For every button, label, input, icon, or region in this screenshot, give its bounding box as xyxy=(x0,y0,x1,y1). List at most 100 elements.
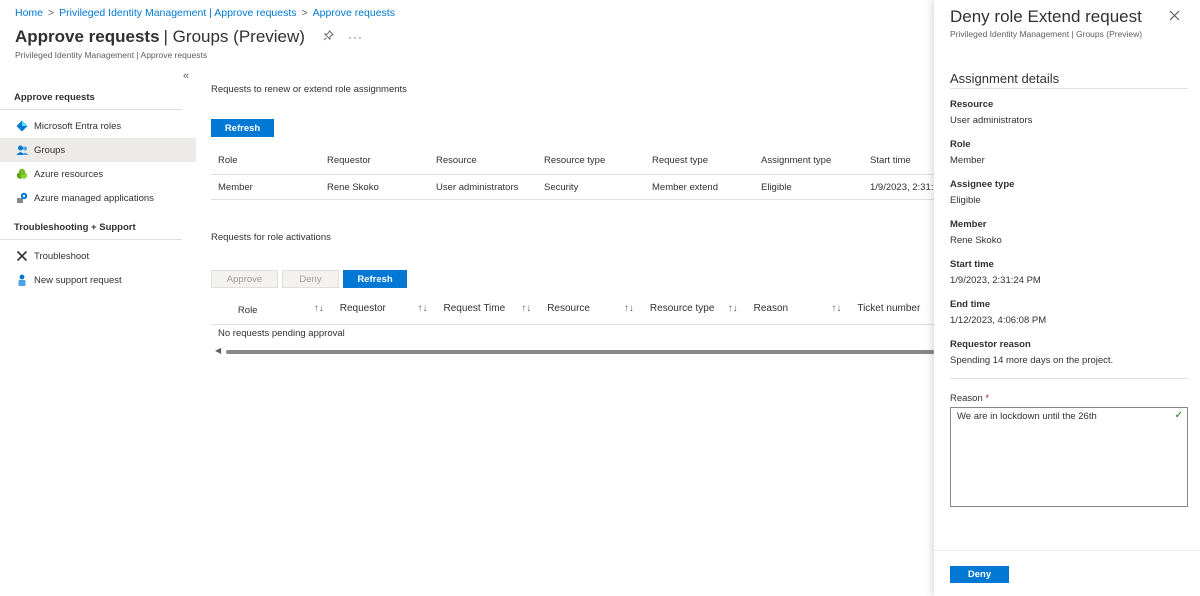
field-label: Assignee type xyxy=(950,179,1015,190)
table-cell: Member extend xyxy=(645,174,754,200)
column-header[interactable]: Start time xyxy=(863,146,934,175)
page-title-suffix: | Groups (Preview) xyxy=(163,27,305,46)
sort-icon[interactable]: ↑↓ xyxy=(521,303,531,314)
horizontal-scrollbar[interactable]: ◀ xyxy=(211,346,934,358)
panel-title: Deny role Extend request xyxy=(950,7,1142,26)
field-end-time: End time 1/12/2023, 4:06:08 PM xyxy=(950,299,1188,326)
deny-request-panel: Deny role Extend request Privileged Iden… xyxy=(934,0,1200,596)
field-value: 1/9/2023, 2:31:24 PM xyxy=(950,275,1041,286)
field-resource: Resource User administrators xyxy=(950,99,1188,126)
field-value: User administrators xyxy=(950,115,1033,126)
pin-icon[interactable] xyxy=(323,30,334,44)
field-label: Resource xyxy=(950,99,994,110)
column-header[interactable]: Resource xyxy=(547,303,590,314)
collapse-sidebar-icon[interactable]: « xyxy=(183,70,189,82)
sidebar-item-entra-roles[interactable]: Microsoft Entra roles xyxy=(0,114,196,138)
table-row[interactable]: Member Rene Skoko User administrators Se… xyxy=(211,174,934,200)
sort-icon[interactable]: ↑↓ xyxy=(314,303,324,314)
close-icon[interactable] xyxy=(1169,8,1180,24)
sidebar: Approve requests Microsoft Entra roles G… xyxy=(0,86,196,292)
sort-icon[interactable]: ↑↓ xyxy=(624,303,634,314)
breadcrumb-home[interactable]: Home xyxy=(15,7,43,19)
activation-deny-button[interactable]: Deny xyxy=(282,270,339,288)
field-label: End time xyxy=(950,299,991,310)
support-request-icon xyxy=(15,273,29,287)
reason-textarea[interactable]: We are in lockdown until the 26th ✓ xyxy=(950,407,1188,507)
panel-footer xyxy=(934,550,1200,551)
field-value: Member xyxy=(950,155,985,166)
renew-requests-table: Role Requestor Resource Resource type Re… xyxy=(211,146,934,200)
page-title-row: Approve requests | Groups (Preview) ··· xyxy=(15,27,363,47)
breadcrumb-separator-icon: > xyxy=(301,7,308,19)
azure-resources-icon xyxy=(15,167,29,181)
sidebar-item-managed-applications[interactable]: Azure managed applications xyxy=(0,186,196,210)
field-requestor-reason: Requestor reason Spending 14 more days o… xyxy=(950,339,1188,366)
table-cell: Security xyxy=(537,174,645,200)
sort-icon[interactable]: ↑↓ xyxy=(417,303,427,314)
field-value: 1/12/2023, 4:06:08 PM xyxy=(950,315,1047,326)
divider xyxy=(950,378,1188,379)
column-header[interactable]: Resource type xyxy=(537,146,645,175)
reason-label-text: Reason xyxy=(950,393,983,404)
reason-text: We are in lockdown until the 26th xyxy=(957,411,1097,422)
field-start-time: Start time 1/9/2023, 2:31:24 PM xyxy=(950,259,1188,286)
field-value: Spending 14 more days on the project. xyxy=(950,355,1114,366)
groups-icon xyxy=(15,143,29,157)
sidebar-section-approve-requests: Approve requests xyxy=(0,86,182,110)
approve-button[interactable]: Approve xyxy=(211,270,278,288)
managed-applications-icon xyxy=(15,191,29,205)
column-header[interactable]: Resource xyxy=(429,146,537,175)
activation-section-label: Requests for role activations xyxy=(211,232,331,243)
column-header[interactable]: Request type xyxy=(645,146,754,175)
column-header[interactable]: Requestor xyxy=(320,146,429,175)
column-header[interactable]: Request Time xyxy=(443,303,505,314)
required-indicator: * xyxy=(985,393,990,404)
column-header[interactable]: Role xyxy=(211,146,320,175)
activation-requests-table: Role ↑↓ Requestor ↑↓ Request Time ↑↓ Resour… xyxy=(211,296,934,325)
sidebar-item-groups[interactable]: Groups xyxy=(0,138,196,162)
field-member: Member Rene Skoko xyxy=(950,219,1188,246)
renew-section-label: Requests to renew or extend role assignm… xyxy=(211,84,407,95)
field-value: Eligible xyxy=(950,195,981,206)
entra-roles-icon xyxy=(15,119,29,133)
breadcrumb-approve-requests[interactable]: Approve requests xyxy=(313,7,395,19)
sidebar-item-label: Troubleshoot xyxy=(34,250,90,262)
sort-icon[interactable]: ↑↓ xyxy=(728,303,738,314)
sidebar-item-troubleshoot[interactable]: Troubleshoot xyxy=(0,244,196,268)
field-label: Start time xyxy=(950,259,994,270)
column-header[interactable]: Assignment type xyxy=(754,146,863,175)
sidebar-item-label: Microsoft Entra roles xyxy=(34,120,122,132)
check-icon: ✓ xyxy=(1174,410,1183,421)
column-header[interactable]: Role xyxy=(236,296,314,325)
deny-button[interactable]: Deny xyxy=(950,566,1009,583)
select-column xyxy=(211,296,237,325)
panel-subtitle: Privileged Identity Management | Groups … xyxy=(950,29,1143,39)
column-header[interactable]: Resource type xyxy=(650,303,714,314)
sidebar-item-azure-resources[interactable]: Azure resources xyxy=(0,162,196,186)
scroll-left-icon[interactable]: ◀ xyxy=(215,346,221,355)
breadcrumb-separator-icon: > xyxy=(48,7,55,19)
sidebar-item-label: Azure resources xyxy=(34,168,104,180)
main-blade: Home > Privileged Identity Management | Ap… xyxy=(0,0,934,596)
table-cell: 1/9/2023, 2:31:2 xyxy=(863,174,934,200)
column-header[interactable]: Requestor xyxy=(340,303,386,314)
column-header[interactable]: Ticket number xyxy=(857,303,920,314)
scrollbar-thumb[interactable] xyxy=(226,350,934,354)
table-header-row: Role ↑↓ Requestor ↑↓ Request Time ↑↓ Resour… xyxy=(211,296,934,325)
breadcrumb-pim[interactable]: Privileged Identity Management | Approve… xyxy=(59,7,296,19)
table-cell: User administrators xyxy=(429,174,537,200)
page-title: Approve requests xyxy=(15,27,160,46)
field-assignee-type: Assignee type Eligible xyxy=(950,179,1188,206)
table-cell: Member xyxy=(211,174,320,200)
table-header-row: Role Requestor Resource Resource type Re… xyxy=(211,146,934,175)
sort-icon[interactable]: ↑↓ xyxy=(831,303,841,314)
more-options-icon[interactable]: ··· xyxy=(348,30,363,44)
sidebar-item-new-support-request[interactable]: New support request xyxy=(0,268,196,292)
troubleshoot-icon xyxy=(15,249,29,263)
renew-refresh-button[interactable]: Refresh xyxy=(211,119,274,137)
table-cell: Eligible xyxy=(754,174,863,200)
column-header[interactable]: Reason xyxy=(754,303,788,314)
sidebar-section-troubleshooting: Troubleshooting + Support xyxy=(0,216,182,240)
activation-refresh-button[interactable]: Refresh xyxy=(343,270,407,288)
sidebar-item-label: Groups xyxy=(34,144,66,156)
